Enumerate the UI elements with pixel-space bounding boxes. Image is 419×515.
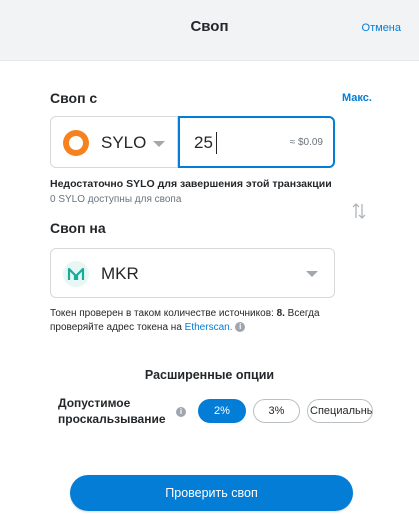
advanced-options-title[interactable]: Расширенные опции (0, 368, 419, 382)
review-swap-button[interactable]: Проверить своп (70, 475, 353, 511)
insufficient-balance-error: Недостаточно SYLO для завершения этой тр… (50, 178, 332, 190)
sylo-logo-icon (63, 130, 89, 156)
info-icon[interactable]: i (235, 322, 246, 333)
from-token-name: SYLO (101, 133, 147, 152)
swap-to-label: Своп на (50, 220, 106, 236)
fiat-estimate: ≈ $0.09 (289, 137, 323, 148)
etherscan-link[interactable]: Etherscan. (185, 322, 233, 333)
slippage-label: Допустимое проскальзывание (58, 396, 166, 426)
slippage-option-3[interactable]: 3% (253, 399, 300, 423)
swap-direction-icon[interactable] (351, 201, 367, 221)
chevron-down-icon (306, 271, 318, 277)
max-button[interactable]: Макс. (342, 92, 372, 104)
slippage-option-custom[interactable]: Специальный (307, 399, 373, 423)
token-verification-note: проверяйте адрес токена на Etherscan. i (50, 322, 246, 333)
page-title: Своп (190, 18, 229, 35)
amount-input[interactable]: 25 ≈ $0.09 (178, 116, 335, 168)
to-token-name: MKR (101, 264, 139, 283)
swap-from-label: Своп с (50, 90, 98, 106)
available-balance: 0 SYLO доступны для свопа (50, 194, 182, 205)
mkr-logo-icon (63, 261, 89, 287)
amount-value: 25 (194, 133, 213, 152)
slippage-option-2[interactable]: 2% (198, 399, 246, 423)
cancel-link[interactable]: Отмена (362, 22, 401, 34)
from-token-dropdown[interactable]: SYLO (50, 116, 178, 168)
chevron-down-icon (153, 141, 165, 147)
header: Своп Отмена (0, 0, 419, 61)
to-token-dropdown[interactable]: MKR (50, 248, 335, 298)
text-caret (216, 132, 217, 154)
token-verification-text: Токен проверен в таком количестве источн… (50, 308, 320, 319)
info-icon[interactable]: i (176, 403, 186, 421)
